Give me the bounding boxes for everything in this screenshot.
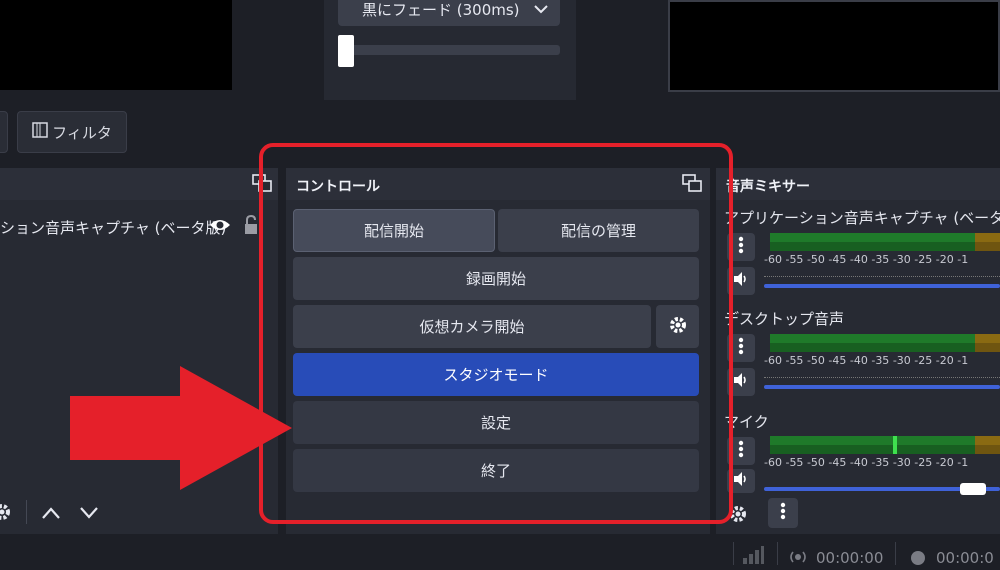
stream-time: 00:00:00 <box>816 549 884 567</box>
filter-icon <box>32 122 48 142</box>
meter-scale: -60 -55 -50 -45 -40 -35 -30 -25 -20 -1 <box>764 354 969 367</box>
record-time: 00:00:0 <box>936 549 994 567</box>
kebab-menu-icon <box>780 502 786 524</box>
volume-meter-peak-zone <box>975 233 1000 242</box>
mixer-channel-name: アプリケーション音声キャプチャ (ベータ版) <box>724 209 1000 227</box>
transition-slider-handle[interactable] <box>338 35 354 67</box>
program-preview-left <box>0 0 232 90</box>
chevron-down-icon <box>534 0 548 18</box>
gear-icon[interactable] <box>0 502 12 526</box>
transition-duration-slider[interactable] <box>338 45 560 55</box>
volume-meter <box>770 233 975 242</box>
divider <box>777 542 778 565</box>
red-arrow-icon <box>70 366 292 490</box>
volume-meter <box>770 343 975 352</box>
volume-slider[interactable] <box>764 385 1000 389</box>
meter-ticks <box>764 276 1000 282</box>
audio-mixer-title: 音声ミキサー <box>726 179 810 195</box>
peak-indicator <box>893 436 897 454</box>
toolbar-left-button[interactable] <box>0 111 8 153</box>
kebab-menu-icon <box>738 236 744 258</box>
meter-scale: -60 -55 -50 -45 -40 -35 -30 -25 -20 -1 <box>764 456 969 469</box>
volume-meter-peak-zone <box>975 334 1000 343</box>
lock-icon[interactable] <box>244 214 258 239</box>
volume-meter <box>770 445 975 454</box>
speaker-icon <box>732 471 750 491</box>
streaming-icon <box>789 549 807 569</box>
transition-select[interactable]: 黒にフェード (300ms) <box>338 0 560 26</box>
kebab-menu-icon <box>738 440 744 462</box>
volume-slider-handle[interactable] <box>960 483 986 495</box>
volume-meter <box>770 242 975 251</box>
transition-select-value: 黒にフェード (300ms) <box>362 0 520 19</box>
volume-meter <box>770 334 975 343</box>
chevron-down-icon[interactable] <box>79 505 99 524</box>
filters-button[interactable]: フィルタ <box>17 111 127 153</box>
volume-meter-peak-zone <box>975 242 1000 251</box>
mixer-menu-button[interactable] <box>768 498 798 528</box>
volume-meter-peak-zone <box>975 445 1000 454</box>
eye-icon[interactable] <box>209 217 231 237</box>
meter-ticks <box>764 377 1000 383</box>
mixer-channel-name: デスクトップ音声 <box>724 310 845 328</box>
divider <box>26 500 27 524</box>
chevron-up-icon[interactable] <box>41 505 61 524</box>
highlight-rectangle <box>259 143 733 524</box>
volume-meter <box>770 436 975 445</box>
source-item[interactable]: ション音声キャプチャ (ベータ版) <box>0 213 278 241</box>
source-item-label: ション音声キャプチャ (ベータ版) <box>0 219 227 237</box>
volume-meter-peak-zone <box>975 436 1000 445</box>
volume-slider[interactable] <box>764 284 1000 288</box>
speaker-icon <box>732 271 750 291</box>
recording-icon <box>910 550 926 570</box>
volume-meter-peak-zone <box>975 343 1000 352</box>
filters-label: フィルタ <box>52 123 112 142</box>
kebab-menu-icon <box>738 337 744 359</box>
divider <box>895 542 896 565</box>
sources-dock-header <box>0 168 278 200</box>
divider <box>733 542 734 565</box>
speaker-icon <box>732 372 750 392</box>
meter-scale: -60 -55 -50 -45 -40 -35 -30 -25 -20 -1 <box>764 253 969 266</box>
program-preview-right <box>668 0 1000 92</box>
